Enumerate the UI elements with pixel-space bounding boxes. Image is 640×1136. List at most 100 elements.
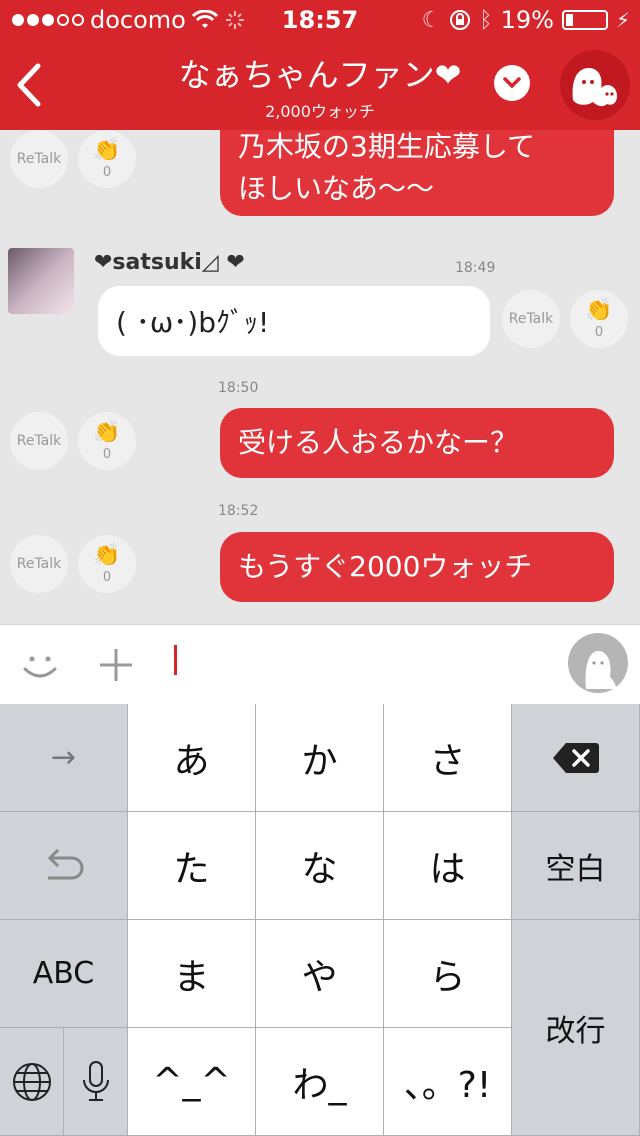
retalk-button[interactable]: ReTalk — [10, 130, 68, 188]
backspace-icon — [552, 742, 599, 773]
key-label: か — [301, 740, 338, 782]
key-globe[interactable] — [0, 1028, 64, 1136]
chat-area[interactable]: ReTalk 👏 0 乃木坂の3期生応募して ほしいなあ〜〜 ❤satsuki◿… — [0, 130, 640, 624]
retalk-button[interactable]: ReTalk — [10, 535, 68, 593]
key-ha[interactable]: は — [384, 812, 512, 920]
watch-count: 2,000ウォッチ — [265, 102, 375, 121]
plus-icon — [100, 649, 132, 681]
key-ka[interactable]: か — [256, 704, 384, 812]
key-label: た — [173, 848, 210, 890]
room-title: なぁちゃんファン❤ — [178, 56, 462, 94]
clap-count: 0 — [102, 447, 112, 462]
key-ta[interactable]: た — [128, 812, 256, 920]
key-label: ら — [429, 956, 466, 998]
moon-icon: ☾ — [421, 7, 442, 33]
key-a[interactable]: あ — [128, 704, 256, 812]
username: ❤satsuki◿ ❤ — [94, 250, 245, 275]
back-button[interactable] — [10, 60, 50, 110]
key-sa[interactable]: さ — [384, 704, 512, 812]
clap-count: 0 — [102, 570, 112, 585]
key-abc[interactable]: ABC — [0, 920, 128, 1028]
mascot-button[interactable] — [560, 50, 630, 120]
clap-icon: 👏 — [93, 420, 121, 445]
key-label: は — [429, 848, 466, 890]
status-right: ☾ ᛒ 19% ⚡ — [422, 6, 630, 34]
message-bubble[interactable]: 乃木坂の3期生応募して ほしいなあ〜〜 — [220, 130, 614, 216]
key-label: な — [301, 848, 338, 890]
clap-icon: 👏 — [585, 298, 613, 323]
clap-button[interactable]: 👏 0 — [78, 412, 136, 470]
bluetooth-icon: ᛒ — [479, 7, 493, 33]
key-na[interactable]: な — [256, 812, 384, 920]
key-dictation[interactable] — [64, 1028, 128, 1136]
key-label: や — [301, 956, 338, 998]
key-space[interactable]: 空白 — [512, 812, 640, 920]
message-time: 18:49 — [455, 260, 496, 276]
retalk-label: ReTalk — [508, 311, 554, 327]
key-label: → — [50, 740, 77, 775]
emoji-button[interactable] — [20, 645, 60, 685]
clap-icon: 👏 — [93, 543, 121, 568]
chevron-left-icon — [17, 63, 41, 107]
clap-button[interactable]: 👏 0 — [78, 130, 136, 188]
message-time: 18:52 — [218, 503, 259, 519]
undo-icon — [47, 848, 83, 879]
key-label: わ_ — [292, 1064, 347, 1106]
key-delete[interactable] — [512, 704, 640, 812]
message-bubble[interactable]: 受ける人おるかなー？ — [220, 408, 614, 478]
key-label: あ — [173, 740, 210, 782]
microphone-icon — [82, 1060, 109, 1101]
clap-button[interactable]: 👏 0 — [570, 290, 628, 348]
chevron-down-icon — [503, 77, 521, 89]
key-label: ABC — [32, 956, 95, 991]
battery-icon — [561, 10, 608, 30]
smiley-icon — [23, 656, 57, 678]
room-menu-button[interactable] — [494, 65, 530, 101]
key-label: 改行 — [545, 1013, 606, 1049]
avatar[interactable] — [8, 248, 74, 314]
nav-bar: なぁちゃんファン❤ 2,000ウォッチ — [0, 40, 640, 130]
ghost-stamp-button[interactable] — [568, 633, 628, 693]
message-text: ( ･ω･)bｸﾞｯ! — [116, 306, 270, 339]
key-label: ま — [173, 956, 210, 998]
key-label: 空白 — [545, 851, 606, 887]
status-bar: docomo 18:57 ☾ ᛒ 19% ⚡ — [0, 0, 640, 40]
ghost-mascot-icon — [572, 68, 617, 107]
key-undo[interactable] — [0, 812, 128, 920]
ghost-icon — [585, 651, 616, 689]
charging-bolt-icon: ⚡ — [615, 8, 630, 32]
battery-percent: 19% — [500, 6, 554, 34]
battery-fill — [565, 14, 573, 26]
key-wa[interactable]: わ_ — [256, 1028, 384, 1136]
key-emoticon[interactable]: ^_^ — [128, 1028, 256, 1136]
retalk-button[interactable]: ReTalk — [502, 290, 560, 348]
globe-icon — [12, 1062, 51, 1101]
message-text: 受ける人おるかなー？ — [238, 426, 519, 459]
retalk-label: ReTalk — [16, 151, 62, 167]
clap-count: 0 — [594, 325, 604, 340]
message-time: 18:50 — [218, 380, 259, 396]
input-bar — [0, 624, 640, 704]
message-text: もうすぐ2000ウォッチ — [238, 550, 533, 583]
message-bubble[interactable]: ( ･ω･)bｸﾞｯ! — [98, 286, 490, 356]
key-next-candidate[interactable]: → — [0, 704, 128, 812]
keyboard: → あ か さ た な は 空白 ABC ま や ら 改行 ^_^ わ_ 、。?… — [0, 704, 640, 1136]
text-input-caret[interactable] — [174, 645, 177, 675]
key-label: さ — [429, 740, 466, 782]
key-ma[interactable]: ま — [128, 920, 256, 1028]
key-label: 、。?! — [403, 1064, 492, 1106]
key-ya[interactable]: や — [256, 920, 384, 1028]
key-punctuation[interactable]: 、。?! — [384, 1028, 512, 1136]
retalk-label: ReTalk — [16, 433, 62, 449]
clap-button[interactable]: 👏 0 — [78, 535, 136, 593]
key-label: ^_^ — [152, 1061, 231, 1102]
retalk-button[interactable]: ReTalk — [10, 412, 68, 470]
clap-icon: 👏 — [93, 138, 121, 163]
message-bubble[interactable]: もうすぐ2000ウォッチ — [220, 532, 614, 602]
key-return[interactable]: 改行 — [512, 920, 640, 1136]
rotation-lock-icon — [450, 10, 471, 30]
clap-count: 0 — [102, 165, 112, 180]
retalk-label: ReTalk — [16, 556, 62, 572]
key-ra[interactable]: ら — [384, 920, 512, 1028]
attach-button[interactable] — [96, 645, 136, 685]
